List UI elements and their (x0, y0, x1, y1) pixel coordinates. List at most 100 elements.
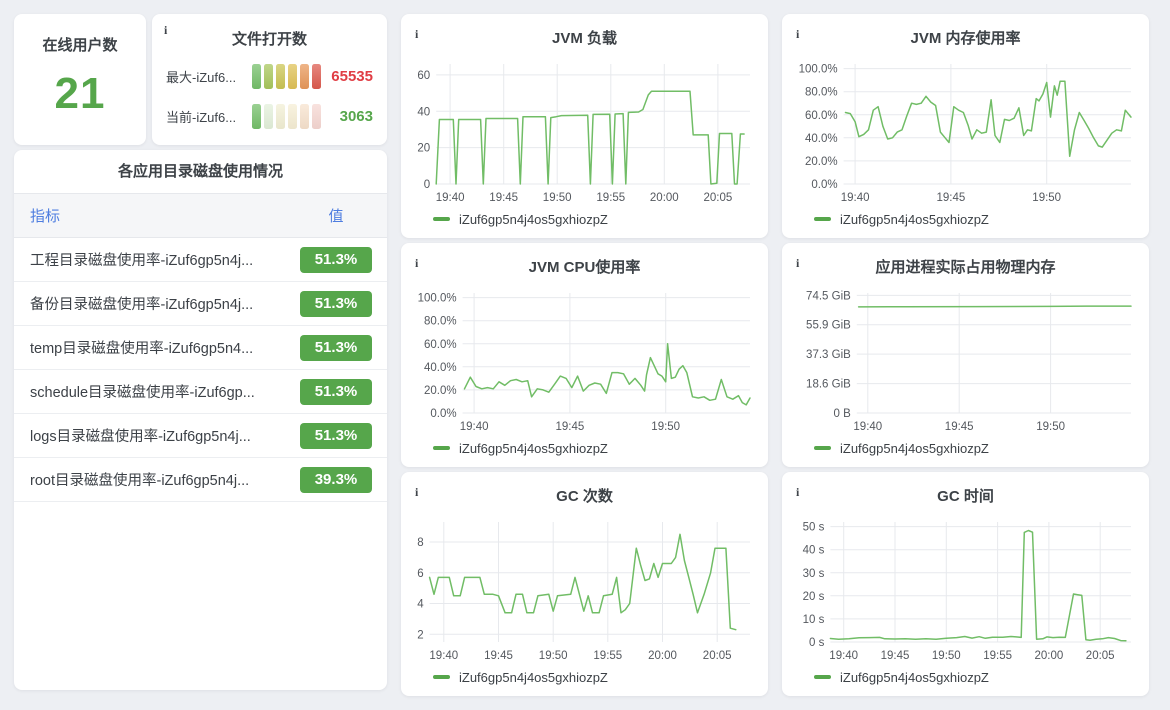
y-axis-tick-label: 10 s (803, 614, 825, 626)
x-axis-tick-label: 19:40 (853, 421, 882, 433)
y-axis-tick-label: 20.0% (805, 156, 838, 168)
x-axis-tick-label: 19:45 (881, 650, 910, 662)
chart-canvas: 19:4019:4519:500.0%20.0%40.0%60.0%80.0%1… (413, 285, 756, 435)
gauge-cell (312, 64, 321, 89)
chart-legend: iZuf6gp5n4j4os5gxhiozpZ (794, 667, 1137, 687)
info-icon[interactable]: i (796, 486, 799, 498)
y-axis-tick-label: 40.0% (424, 362, 457, 374)
y-axis-tick-label: 74.5 GiB (806, 290, 851, 302)
panel-jvm-memory-usage: i JVM 内存使用率 19:4019:4519:500.0%20.0%40.0… (782, 14, 1149, 238)
legend-label[interactable]: iZuf6gp5n4j4os5gxhiozpZ (840, 670, 989, 685)
middle-column: i JVM 负载 19:4019:4519:5019:5520:0020:050… (401, 14, 768, 696)
column-header-value[interactable]: 值 (300, 205, 372, 226)
panel-online-users: 在线用户数 21 (14, 14, 146, 145)
legend-label[interactable]: iZuf6gp5n4j4os5gxhiozpZ (459, 441, 608, 456)
legend-label[interactable]: iZuf6gp5n4j4os5gxhiozpZ (459, 212, 608, 227)
x-axis-tick-label: 19:50 (539, 650, 568, 662)
chart-title[interactable]: JVM CPU使用率 (413, 253, 756, 277)
bar-gauge (252, 104, 321, 129)
y-axis-tick-label: 80.0% (805, 87, 838, 99)
chart-header: i GC 次数 (413, 482, 756, 514)
table-row: root目录磁盘使用率-iZuf6gp5n4j... 39.3% (14, 458, 387, 502)
x-axis-tick-label: 19:40 (460, 421, 489, 433)
panel-gc-count: i GC 次数 19:4019:4519:5019:5520:0020:0524… (401, 472, 768, 696)
gauge-label: 最大-iZuf6... (166, 67, 250, 86)
series-line (859, 306, 1131, 307)
y-axis-tick-label: 0 s (809, 637, 825, 649)
chart-header: i 应用进程实际占用物理内存 (794, 253, 1137, 285)
legend-label[interactable]: iZuf6gp5n4j4os5gxhiozpZ (840, 441, 989, 456)
chart-canvas: 19:4019:4519:5019:5520:0020:050204060 (413, 56, 756, 206)
y-axis-tick-label: 37.3 GiB (806, 349, 851, 361)
table-row: 备份目录磁盘使用率-iZuf6gp5n4j... 51.3% (14, 282, 387, 326)
gauge-cell (264, 104, 273, 129)
value-badge: 51.3% (300, 423, 372, 449)
info-icon[interactable]: i (796, 28, 799, 40)
y-axis-tick-label: 50 s (803, 522, 825, 534)
x-axis-tick-label: 19:45 (945, 421, 974, 433)
table-row: 工程目录磁盘使用率-iZuf6gp5n4j... 51.3% (14, 238, 387, 282)
x-axis-tick-label: 19:50 (651, 421, 680, 433)
chart-header: i JVM CPU使用率 (413, 253, 756, 285)
chart-title[interactable]: GC 时间 (794, 482, 1137, 506)
legend-swatch (433, 675, 450, 679)
x-axis-tick-label: 19:50 (543, 192, 572, 204)
legend-swatch (433, 446, 450, 450)
info-icon[interactable]: i (415, 486, 418, 498)
gauge-cell (276, 104, 285, 129)
y-axis-tick-label: 40.0% (805, 133, 838, 145)
disk-table-title: 各应用目录磁盘使用情况 (14, 150, 387, 194)
y-axis-tick-label: 30 s (803, 568, 825, 580)
gauge-row-current: 当前-iZuf6... 3063 (166, 104, 373, 129)
y-axis-tick-label: 100.0% (799, 64, 838, 76)
y-axis-tick-label: 60.0% (805, 110, 838, 122)
metric-cell: temp目录磁盘使用率-iZuf6gp5n4... (30, 337, 300, 358)
left-column: 在线用户数 21 i 文件打开数 最大-iZuf6... 65535 当前-iZ… (14, 14, 387, 696)
chart-title[interactable]: 应用进程实际占用物理内存 (794, 253, 1137, 277)
series-line (846, 81, 1132, 156)
chart-legend: iZuf6gp5n4j4os5gxhiozpZ (413, 209, 756, 229)
bar-gauge (252, 64, 321, 89)
legend-label[interactable]: iZuf6gp5n4j4os5gxhiozpZ (459, 670, 608, 685)
chart-legend: iZuf6gp5n4j4os5gxhiozpZ (794, 438, 1137, 458)
series-line (830, 531, 1126, 641)
x-axis-tick-label: 19:45 (556, 421, 585, 433)
x-axis-tick-label: 19:45 (484, 650, 513, 662)
y-axis-tick-label: 100.0% (418, 293, 457, 305)
y-axis-tick-label: 40 (417, 106, 430, 118)
gauge-cell (300, 64, 309, 89)
y-axis-tick-label: 0 B (834, 408, 852, 420)
table-row: schedule目录磁盘使用率-iZuf6gp... 51.3% (14, 370, 387, 414)
panel-disk-usage-table: 各应用目录磁盘使用情况 指标 值 工程目录磁盘使用率-iZuf6gp5n4j..… (14, 150, 387, 690)
column-header-metric[interactable]: 指标 (30, 205, 300, 226)
series-line (465, 344, 751, 405)
metric-cell: schedule目录磁盘使用率-iZuf6gp... (30, 381, 300, 402)
info-icon[interactable]: i (415, 257, 418, 269)
chart-title[interactable]: JVM 内存使用率 (794, 24, 1137, 48)
x-axis-tick-label: 19:50 (1036, 421, 1065, 433)
chart-title[interactable]: GC 次数 (413, 482, 756, 506)
gauge-cell (264, 64, 273, 89)
info-icon[interactable]: i (164, 24, 167, 36)
legend-label[interactable]: iZuf6gp5n4j4os5gxhiozpZ (840, 212, 989, 227)
value-badge: 51.3% (300, 247, 372, 273)
panel-jvm-load: i JVM 负载 19:4019:4519:5019:5520:0020:050… (401, 14, 768, 238)
chart-title[interactable]: JVM 负载 (413, 24, 756, 48)
gauge-label: 当前-iZuf6... (166, 107, 250, 126)
x-axis-tick-label: 19:55 (983, 650, 1012, 662)
info-icon[interactable]: i (415, 28, 418, 40)
right-column: i JVM 内存使用率 19:4019:4519:500.0%20.0%40.0… (782, 14, 1149, 696)
info-icon[interactable]: i (796, 257, 799, 269)
chart-legend: iZuf6gp5n4j4os5gxhiozpZ (413, 438, 756, 458)
dashboard: 在线用户数 21 i 文件打开数 最大-iZuf6... 65535 当前-iZ… (0, 0, 1170, 710)
online-users-value: 21 (14, 69, 146, 119)
x-axis-tick-label: 19:40 (436, 192, 465, 204)
chart-canvas: 19:4019:4519:500.0%20.0%40.0%60.0%80.0%1… (794, 56, 1137, 206)
chart-legend: iZuf6gp5n4j4os5gxhiozpZ (794, 209, 1137, 229)
y-axis-tick-label: 20 (417, 143, 430, 155)
top-cards-row: 在线用户数 21 i 文件打开数 最大-iZuf6... 65535 当前-iZ… (14, 14, 387, 145)
x-axis-tick-label: 19:40 (429, 650, 458, 662)
x-axis-tick-label: 19:55 (596, 192, 625, 204)
y-axis-tick-label: 20 s (803, 591, 825, 603)
x-axis-tick-label: 20:05 (703, 650, 732, 662)
